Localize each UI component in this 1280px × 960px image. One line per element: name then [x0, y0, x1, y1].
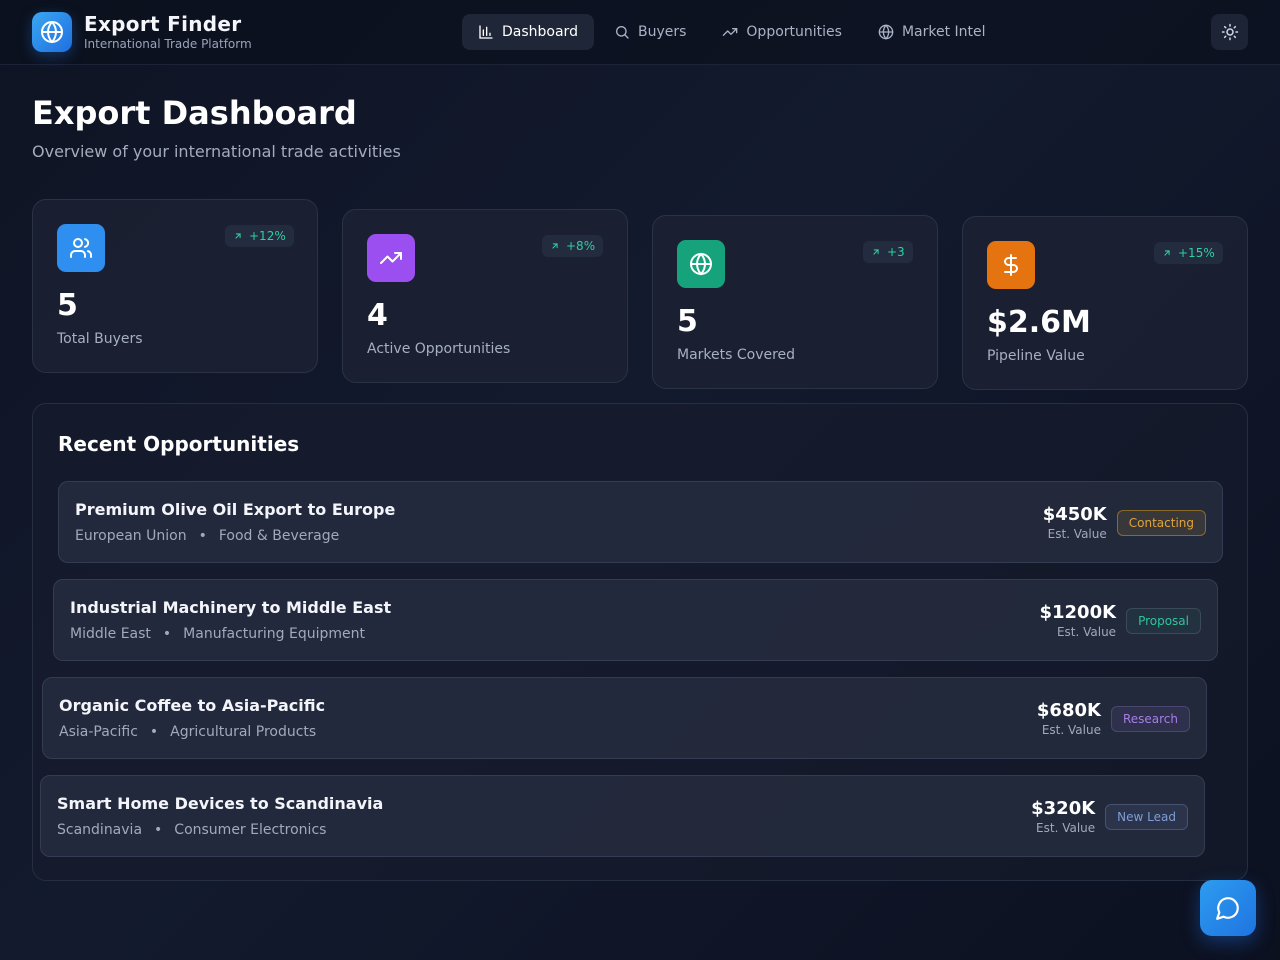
globe-icon — [677, 240, 725, 288]
dollar-icon — [987, 241, 1035, 289]
globe-icon — [32, 12, 72, 52]
change-badge: +3 — [863, 241, 913, 263]
nav-opportunities[interactable]: Opportunities — [706, 14, 858, 50]
opportunity-value: $450K — [1042, 504, 1107, 525]
brand[interactable]: Export Finder International Trade Platfo… — [32, 12, 252, 52]
stat-label: Active Opportunities — [367, 341, 511, 357]
change-text: +8% — [566, 239, 596, 253]
page-subtitle: Overview of your international trade act… — [32, 142, 401, 161]
stat-value: 4 — [367, 298, 388, 333]
nav-label: Dashboard — [502, 24, 578, 40]
page-title: Export Dashboard — [32, 94, 357, 132]
status-badge: Research — [1110, 706, 1190, 732]
opportunity-region: Middle East — [70, 626, 151, 642]
change-badge: +15% — [1154, 242, 1223, 264]
change-text: +12% — [249, 229, 286, 243]
nav-market-intel[interactable]: Market Intel — [862, 14, 1002, 50]
chat-button[interactable] — [1200, 880, 1256, 936]
status-badge: Contacting — [1116, 510, 1206, 536]
change-badge: +12% — [225, 225, 294, 247]
opportunity-name: Organic Coffee to Asia-Pacific — [59, 696, 326, 715]
change-text: +3 — [887, 245, 905, 259]
opportunity-value: $320K — [1031, 798, 1096, 819]
stat-value: $2.6M — [987, 305, 1091, 340]
app-subtitle: International Trade Platform — [84, 37, 252, 51]
panel-title: Recent Opportunities — [58, 432, 300, 456]
nav-label: Market Intel — [901, 24, 986, 40]
separator-dot: • — [198, 528, 207, 544]
theme-toggle-button[interactable] — [1211, 14, 1248, 50]
opportunity-category: Consumer Electronics — [174, 822, 327, 838]
trending-up-icon — [723, 27, 738, 36]
value-label: Est. Value — [1056, 625, 1117, 639]
stat-card-pipeline-value[interactable]: +15% $2.6M Pipeline Value — [962, 216, 1248, 390]
recent-opportunities-panel: Recent Opportunities Premium Olive Oil E… — [32, 403, 1248, 881]
value-label: Est. Value — [1041, 723, 1101, 737]
opportunity-name: Premium Olive Oil Export to Europe — [75, 500, 396, 519]
stat-value: 5 — [57, 288, 78, 323]
stat-card-total-buyers[interactable]: +12% 5 Total Buyers — [32, 199, 318, 373]
separator-dot: • — [162, 626, 172, 642]
users-icon — [57, 224, 105, 272]
value-label: Est. Value — [1036, 821, 1096, 835]
sun-icon — [1221, 23, 1238, 41]
opportunity-region: Asia-Pacific — [59, 724, 138, 740]
opportunity-category: Agricultural Products — [170, 724, 317, 740]
arrow-up-right-icon — [235, 233, 241, 239]
main-nav: Dashboard Buyers Opportunities Market In… — [462, 14, 1006, 50]
separator-dot: • — [149, 724, 159, 740]
opportunity-row[interactable]: Smart Home Devices to Scandinavia Scandi… — [40, 775, 1205, 857]
separator-dot: • — [154, 822, 163, 838]
status-badge: Proposal — [1126, 608, 1201, 634]
stat-label: Pipeline Value — [987, 348, 1085, 364]
arrow-up-right-icon — [1164, 250, 1170, 256]
value-label: Est. Value — [1047, 527, 1107, 541]
arrow-up-right-icon — [552, 243, 558, 249]
bar-chart-icon — [479, 25, 493, 39]
opportunity-row[interactable]: Industrial Machinery to Middle East Midd… — [53, 579, 1218, 661]
stat-card-markets-covered[interactable]: +3 5 Markets Covered — [652, 215, 938, 389]
trending-up-icon — [367, 234, 415, 282]
opportunity-row[interactable]: Premium Olive Oil Export to Europe Europ… — [58, 481, 1223, 563]
nav-buyers[interactable]: Buyers — [598, 14, 702, 50]
change-text: +15% — [1178, 246, 1215, 260]
change-badge: +8% — [542, 235, 604, 257]
search-icon — [615, 26, 629, 39]
arrow-up-right-icon — [873, 249, 879, 255]
stat-label: Total Buyers — [57, 331, 143, 347]
stat-label: Markets Covered — [677, 347, 796, 363]
globe-icon — [878, 24, 894, 40]
opportunity-category: Food & Beverage — [218, 528, 340, 544]
nav-label: Opportunities — [746, 24, 842, 40]
stat-value: 5 — [677, 304, 698, 339]
opportunity-region: European Union — [75, 528, 187, 544]
status-badge: New Lead — [1105, 804, 1188, 830]
opportunity-row[interactable]: Organic Coffee to Asia-Pacific Asia-Paci… — [42, 677, 1207, 759]
chat-bubble-icon — [1216, 897, 1239, 920]
top-header: Export Finder International Trade Platfo… — [0, 0, 1280, 65]
opportunity-value: $680K — [1036, 700, 1101, 721]
nav-label: Buyers — [637, 24, 687, 40]
opportunity-value: $1200K — [1039, 602, 1117, 623]
opportunity-region: Scandinavia — [57, 822, 143, 838]
nav-dashboard[interactable]: Dashboard — [462, 14, 594, 50]
app-title: Export Finder — [84, 12, 242, 36]
opportunity-name: Smart Home Devices to Scandinavia — [57, 794, 384, 813]
opportunity-category: Manufacturing Equipment — [183, 626, 365, 642]
opportunity-name: Industrial Machinery to Middle East — [70, 598, 392, 617]
stat-card-active-opportunities[interactable]: +8% 4 Active Opportunities — [342, 209, 628, 383]
